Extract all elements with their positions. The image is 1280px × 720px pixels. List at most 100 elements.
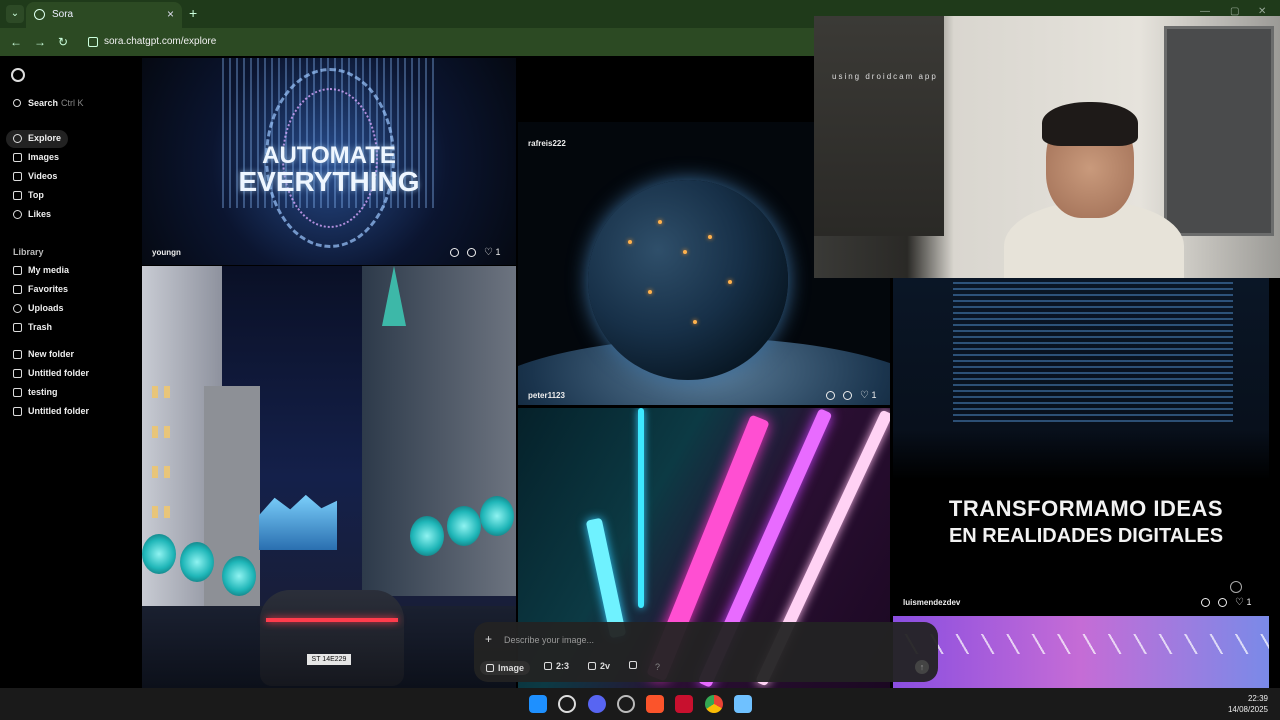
aspect-ratio-label: 2:3	[556, 661, 570, 671]
sidebar-item-explore[interactable]: Explore	[6, 130, 68, 148]
close-tab-icon[interactable]: ×	[167, 7, 174, 21]
media-card-transform[interactable]: TRANSFORMAMO IDEAS EN REALIDADES DIGITAL…	[893, 278, 1269, 614]
new-tab-button[interactable]: +	[189, 5, 197, 21]
heart-icon: ♡	[1235, 597, 1244, 608]
image-icon	[13, 153, 22, 162]
prompt-composer: + Describe your image... Image 2:3 2v ? …	[474, 622, 938, 682]
mcafee-icon[interactable]	[675, 695, 693, 713]
presets-icon	[629, 661, 637, 669]
car-taillight	[266, 618, 398, 622]
sidebar-item-likes[interactable]: Likes	[6, 206, 68, 224]
sidebar-item-trash[interactable]: Trash	[6, 319, 68, 337]
folder-item[interactable]: Untitled folder	[6, 365, 106, 383]
search-label: Search	[28, 98, 59, 108]
presets-button[interactable]	[629, 661, 637, 669]
media-type-selector[interactable]: Image	[480, 661, 531, 675]
windows-start-icon[interactable]	[529, 695, 547, 713]
search-shortcut: Ctrl K	[61, 98, 84, 108]
remix-icon[interactable]	[826, 390, 835, 400]
sidebar-item-label: Top	[28, 190, 44, 200]
folder-icon	[13, 369, 22, 378]
webcam-background	[1164, 26, 1274, 236]
app-icon[interactable]	[617, 695, 635, 713]
discord-icon[interactable]	[588, 695, 606, 713]
reload-icon[interactable]: ↻	[58, 35, 68, 49]
aspect-ratio-icon	[544, 662, 552, 670]
search-icon[interactable]	[558, 695, 576, 713]
card-username[interactable]: youngn	[152, 248, 181, 257]
search-icon[interactable]	[1218, 597, 1227, 607]
clock-time: 22:39	[1247, 694, 1268, 703]
folder-label: testing	[28, 387, 58, 397]
webcam-background	[814, 16, 944, 236]
media-card-city-car[interactable]: ST 14E229	[142, 266, 516, 688]
folder-item[interactable]: Untitled folder	[6, 403, 106, 421]
site-info-icon[interactable]	[88, 37, 98, 47]
system-clock[interactable]: 22:39 14/08/2025	[1228, 693, 1268, 715]
sidebar-item-my-media[interactable]: My media	[6, 262, 69, 280]
taskbar: 22:39 14/08/2025	[0, 688, 1280, 720]
prompt-input[interactable]: Describe your image...	[504, 635, 594, 645]
lightning-decoration	[893, 634, 1269, 654]
upload-icon	[13, 304, 22, 313]
help-icon[interactable]: ?	[655, 662, 660, 672]
sidebar-item-label: Images	[28, 152, 60, 162]
media-icon	[13, 266, 22, 275]
back-icon[interactable]: ←	[10, 35, 22, 49]
forward-icon[interactable]: →	[34, 35, 46, 49]
sidebar-item-top[interactable]: Top	[6, 187, 68, 205]
url-field[interactable]: sora.chatgpt.com/explore	[84, 31, 814, 53]
sidebar-item-label: Trash	[28, 322, 53, 332]
like-count: 1	[871, 390, 877, 400]
heart-icon	[13, 210, 22, 219]
card-actions: ♡ 1	[450, 247, 501, 258]
tab-title: Sora	[52, 9, 74, 20]
like-button[interactable]: ♡ 1	[860, 390, 877, 401]
folder-label: New folder	[28, 349, 75, 359]
sidebar-item-favorites[interactable]: Favorites	[6, 281, 68, 299]
folder-label: Untitled folder	[28, 406, 89, 416]
remix-icon[interactable]	[1201, 597, 1210, 607]
trending-icon	[13, 191, 22, 200]
media-type-label: Image	[498, 663, 525, 673]
tab-menu-chevron-icon[interactable]: ⌄	[6, 5, 24, 23]
notepad-icon[interactable]	[734, 695, 752, 713]
folder-item[interactable]: testing	[6, 384, 106, 402]
sora-favicon-icon	[34, 9, 45, 20]
compass-icon	[13, 134, 22, 143]
media-card-dark[interactable]	[518, 58, 814, 122]
sora-watermark-icon	[1230, 581, 1242, 593]
library-heading: Library	[13, 247, 44, 257]
sidebar-item-label: Explore	[28, 133, 62, 143]
card-actions: ♡ 1	[1201, 597, 1252, 608]
variations-selector[interactable]: 2v	[588, 661, 610, 671]
like-button[interactable]: ♡ 1	[484, 247, 501, 258]
card-username[interactable]: peter1123	[528, 391, 565, 400]
sidebar-item-videos[interactable]: Videos	[6, 168, 68, 186]
sidebar-item-images[interactable]: Images	[6, 149, 68, 167]
aspect-ratio-selector[interactable]: 2:3	[544, 661, 569, 671]
like-button[interactable]: ♡ 1	[1235, 597, 1252, 608]
browser-tab-sora[interactable]: Sora ×	[26, 2, 182, 28]
search-icon[interactable]	[467, 247, 476, 257]
sidebar-item-uploads[interactable]: Uploads	[6, 300, 68, 318]
folder-item[interactable]: New folder	[6, 346, 106, 364]
license-plate: ST 14E229	[307, 654, 351, 665]
media-card-lightning[interactable]	[893, 616, 1269, 688]
sidebar: Search Ctrl K Explore Images Videos Top …	[0, 56, 142, 688]
add-attachment-icon[interactable]: +	[485, 632, 492, 646]
send-button[interactable]: ↑	[915, 660, 929, 674]
folder-icon	[13, 407, 22, 416]
openai-logo-icon[interactable]	[11, 68, 25, 82]
brave-browser-icon[interactable]	[646, 695, 664, 713]
variations-label: 2v	[600, 661, 611, 671]
search-icon[interactable]	[843, 390, 852, 400]
chrome-icon[interactable]	[705, 695, 723, 713]
card-actions: ♡ 1	[826, 390, 877, 401]
media-card-automate[interactable]: AUTOMATE EVERYTHING	[142, 58, 516, 265]
remix-icon[interactable]	[450, 247, 459, 257]
card-username[interactable]: rafreis222	[528, 139, 566, 148]
search-button[interactable]: Search Ctrl K	[6, 95, 86, 113]
card-username[interactable]: luismendezdev	[903, 598, 960, 607]
earth-globe	[588, 180, 788, 380]
